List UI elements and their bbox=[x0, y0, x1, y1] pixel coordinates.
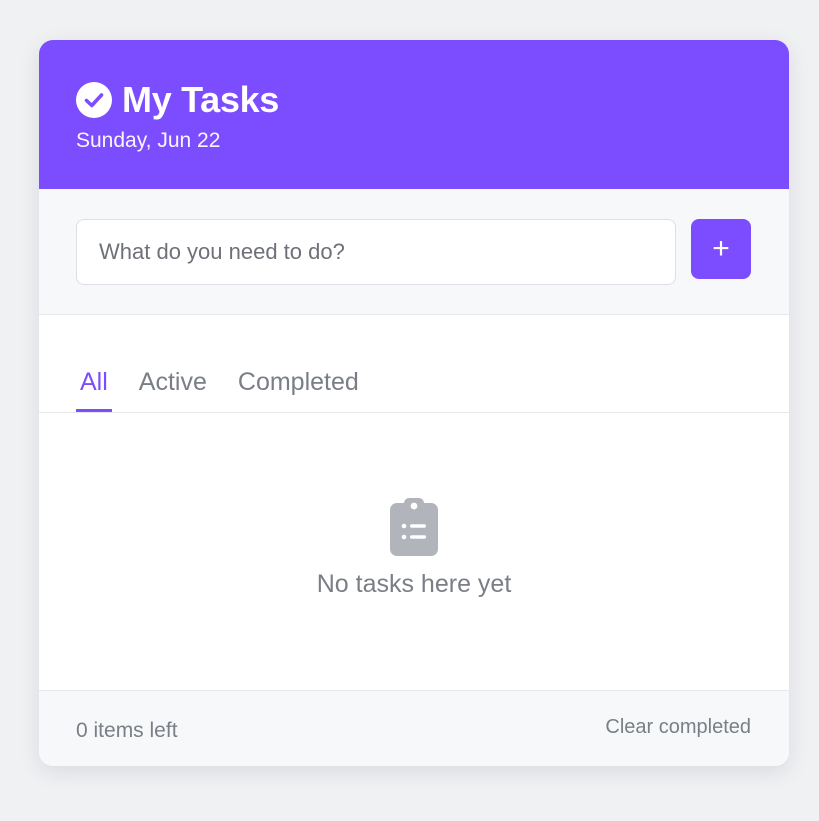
items-left-count: 0 items left bbox=[76, 719, 178, 742]
clipboard-list-icon bbox=[390, 498, 438, 556]
tab-completed[interactable]: Completed bbox=[234, 368, 363, 412]
empty-state: No tasks here yet bbox=[39, 413, 789, 689]
page-title: My Tasks bbox=[122, 79, 280, 120]
title-row: My Tasks bbox=[76, 78, 789, 122]
add-task-button[interactable]: + bbox=[691, 219, 751, 279]
new-task-input[interactable] bbox=[76, 219, 676, 285]
task-card: My Tasks Sunday, Jun 22 + All Active Com… bbox=[39, 40, 789, 766]
header: My Tasks Sunday, Jun 22 bbox=[39, 40, 789, 189]
tab-active[interactable]: Active bbox=[135, 368, 211, 412]
tab-all[interactable]: All bbox=[76, 368, 112, 412]
filter-tabs: All Active Completed bbox=[39, 315, 789, 413]
footer: 0 items left Clear completed bbox=[39, 690, 789, 766]
empty-state-message: No tasks here yet bbox=[316, 570, 512, 598]
clear-completed-button[interactable]: Clear completed bbox=[605, 716, 751, 739]
check-circle-icon bbox=[76, 82, 112, 118]
add-task-row: + bbox=[39, 189, 789, 315]
date-label: Sunday, Jun 22 bbox=[76, 129, 221, 152]
